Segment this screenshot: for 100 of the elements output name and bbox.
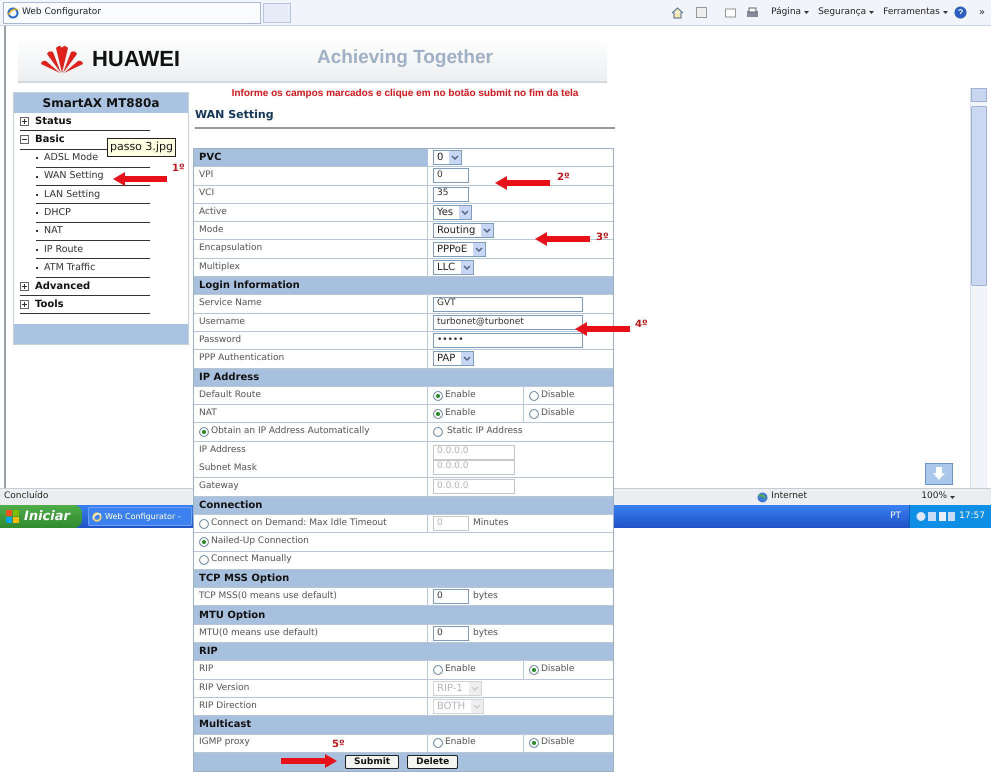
collapse-icon[interactable] [20, 135, 29, 144]
field-label: Password [199, 334, 242, 347]
submenu-item[interactable]: NAT [44, 224, 63, 239]
field-label: Enable [445, 736, 476, 750]
chevron-down-icon [468, 682, 481, 695]
radio-button[interactable] [529, 664, 539, 675]
section-header: IP Address [198, 370, 260, 385]
submenu-item[interactable]: ADSL Mode [44, 151, 98, 166]
zoom-level[interactable]: 100% [921, 490, 955, 504]
field-label: RIP Direction [199, 700, 257, 713]
dropdown[interactable]: Yes [433, 205, 472, 220]
chevron-down-icon [473, 242, 486, 256]
expand-icon[interactable] [20, 117, 29, 126]
download-badge[interactable] [925, 463, 953, 485]
caret-icon [869, 11, 874, 14]
field-label: Disable [541, 663, 574, 676]
expand-icon[interactable] [20, 282, 29, 291]
instruction-text: Informe os campos marcados e clique em no botão submit no fim da tela [230, 87, 580, 101]
expand-icon[interactable] [20, 300, 29, 310]
input-field[interactable]: ••••• [433, 333, 583, 348]
radio-button[interactable] [529, 408, 539, 419]
print-icon[interactable] [746, 6, 760, 18]
dropdown[interactable]: PPPoE [433, 242, 486, 257]
section-header: Multicast [198, 718, 252, 732]
radio-button[interactable] [433, 408, 443, 419]
unit-label: Minutes [473, 516, 508, 530]
browser-logo-icon [92, 512, 102, 522]
radio-button[interactable] [199, 536, 209, 547]
field-label: Enable [445, 388, 476, 402]
section-header: Login Information [198, 279, 301, 294]
submenu-item[interactable]: ATM Traffic [44, 260, 96, 276]
form-button[interactable]: Delete [407, 754, 458, 769]
chevron-down-icon [449, 151, 462, 164]
input-field[interactable]: 0 [433, 168, 469, 184]
sidebar-title: SmartAX MT880a [14, 93, 188, 113]
radio-button[interactable] [433, 390, 443, 400]
section-header: PVC [198, 151, 222, 166]
language-indicator[interactable]: PT [890, 510, 902, 524]
menu-item[interactable]: Tools [20, 296, 150, 314]
brand-name: HUAWEI [92, 45, 180, 73]
radio-button[interactable] [199, 555, 209, 566]
tray-icons[interactable] [916, 511, 956, 522]
field-label: Nailed-Up Connection [211, 535, 309, 548]
field-label: Enable [445, 663, 476, 676]
field-label: NAT [199, 407, 217, 420]
menu-item[interactable]: Advanced [20, 278, 150, 296]
field-label: IP Address [199, 444, 247, 457]
field-label: Enable [445, 407, 476, 420]
radio-button[interactable] [529, 738, 539, 748]
caret-icon [804, 11, 810, 14]
field-label: Multiplex [199, 260, 240, 274]
section-header: MTU Option [198, 608, 266, 623]
field-label: MTU(0 means use default) [199, 626, 318, 640]
browser-logo-icon [7, 6, 19, 18]
submenu-item[interactable]: DHCP [44, 206, 71, 220]
radio-button[interactable] [199, 427, 209, 438]
form-button[interactable]: Submit [345, 754, 400, 769]
step-label: 2º [557, 171, 570, 185]
field-label: IGMP proxy [199, 736, 250, 750]
input-field[interactable]: 0 [433, 589, 469, 604]
field-label: RIP [199, 663, 214, 676]
radio-button[interactable] [433, 427, 443, 438]
field-label: Username [199, 316, 245, 329]
field-label: RIP Version [199, 682, 250, 694]
submenu-item[interactable]: LAN Setting [44, 188, 100, 202]
toolbar-menu[interactable]: Página [771, 6, 810, 20]
tooltip: passo 3.jpg [107, 138, 176, 156]
home-icon[interactable] [671, 6, 684, 19]
clock: 17:57 [959, 510, 985, 523]
browser-tab[interactable]: Web Configurator [3, 2, 261, 24]
scrollbar[interactable] [970, 88, 987, 488]
chevron-down-icon [461, 352, 474, 366]
submenu-item[interactable]: IP Route [44, 242, 84, 257]
section-header: Connection [198, 498, 264, 513]
input-field[interactable]: 0 [433, 626, 469, 641]
toolbar-menu[interactable]: Ferramentas [883, 6, 948, 20]
radio-button[interactable] [433, 738, 443, 748]
radio-button[interactable] [529, 390, 539, 400]
input-field[interactable]: turbonet@turbonet [433, 314, 583, 330]
dropdown[interactable]: 0 [433, 150, 462, 166]
step-label: 4º [635, 318, 648, 332]
help-icon[interactable] [954, 6, 967, 19]
globe-icon [757, 492, 768, 502]
taskbar-button[interactable]: Web Configurator - [88, 507, 192, 526]
step-label: 5º [332, 738, 345, 752]
section-header: RIP [198, 645, 219, 660]
field-label: VCI [199, 187, 214, 200]
dropdown[interactable]: Routing [433, 223, 494, 238]
dropdown[interactable]: PAP [433, 351, 474, 366]
input-field[interactable]: 35 [433, 186, 469, 202]
radio-button[interactable] [433, 664, 443, 675]
dropdown[interactable]: LLC [433, 260, 474, 275]
windows-logo-icon [6, 510, 20, 523]
input-field[interactable]: GVT [433, 296, 583, 312]
chevron-down-icon [459, 206, 472, 220]
toolbar-menu[interactable]: Segurança [818, 6, 874, 20]
menu-item[interactable]: Status [20, 113, 150, 132]
submenu-item[interactable]: WAN Setting [44, 169, 104, 184]
chevron-down-icon [481, 224, 494, 238]
toolbar-overflow[interactable]: » [978, 5, 985, 20]
